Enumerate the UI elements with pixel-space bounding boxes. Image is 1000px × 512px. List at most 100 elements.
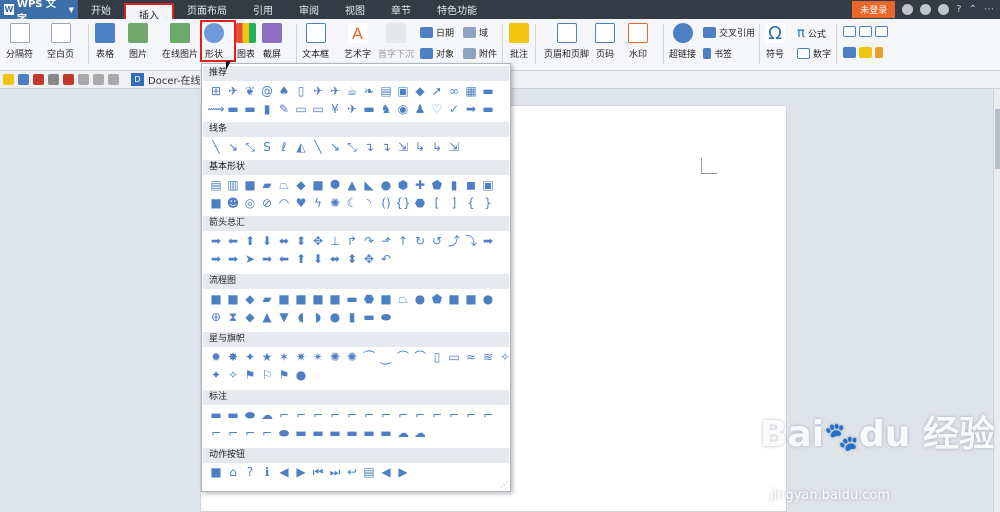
double-arrow-line-icon[interactable]: ⤡ [243, 140, 257, 154]
bracket-pair-shape-icon[interactable]: () [379, 196, 393, 210]
arrow-shape-icon[interactable]: ➚ [430, 84, 444, 98]
ship-shape-icon[interactable]: ▬ [362, 102, 376, 116]
left-callout-arrow-icon[interactable]: ⬅ [277, 252, 291, 266]
bar-shape-icon[interactable]: ▬ [481, 102, 495, 116]
resize-grip-icon[interactable]: ⋰ [500, 480, 508, 489]
no-symbol-shape-icon[interactable]: ⊘ [260, 196, 274, 210]
curved-down-arrow-icon[interactable]: ⤵ [464, 234, 478, 248]
wordart-button[interactable]: A 艺术字 [344, 23, 371, 60]
pentagon-arrow-icon[interactable]: ➡ [226, 252, 240, 266]
heart-shape-icon[interactable]: ♡ [430, 102, 444, 116]
textbox-button[interactable]: 文本框 [302, 23, 329, 60]
symbol-button[interactable]: Ω 符号 [765, 23, 785, 60]
star7-icon[interactable]: ✷ [294, 350, 308, 364]
multidoc-icon[interactable]: ■ [328, 292, 342, 306]
up-callout-arrow-icon[interactable]: ⬆ [294, 252, 308, 266]
donut-shape-icon[interactable]: ◎ [243, 196, 257, 210]
manual-input-icon[interactable]: ■ [379, 292, 393, 306]
pentagon-shape-icon[interactable]: ⬟ [430, 178, 444, 192]
yen-shape-icon[interactable]: ¥ [328, 102, 342, 116]
lr-callout-arrow-icon[interactable]: ⬌ [328, 252, 342, 266]
blank-action-icon[interactable]: ■ [209, 465, 223, 479]
bag-shape-icon[interactable]: ◆ [413, 84, 427, 98]
curved-ribbon2-icon[interactable]: ⌒ [413, 350, 427, 364]
star8-icon[interactable]: ✴ [311, 350, 325, 364]
screenshot-button[interactable]: 截屏 [262, 23, 282, 60]
connector-double-icon[interactable]: ⤡ [345, 140, 359, 154]
people-shape-icon[interactable]: ♟ [413, 102, 427, 116]
print-icon[interactable] [33, 74, 44, 85]
login-button[interactable]: 未登录 [852, 1, 896, 18]
notched-arrow-icon[interactable]: ➡ [209, 252, 223, 266]
tab-view[interactable]: 视图 [332, 0, 378, 19]
circular-arrow-icon[interactable]: ↶ [379, 252, 393, 266]
right-arrow-shape-icon[interactable]: ➡ [464, 102, 478, 116]
textbox-shape-icon[interactable]: ▤ [209, 178, 223, 192]
help-action-icon[interactable]: ? [243, 465, 257, 479]
manual-op-icon[interactable]: ⏢ [396, 292, 410, 306]
info-action-icon[interactable]: ℹ [260, 465, 274, 479]
date-button[interactable]: 日期 [420, 26, 454, 39]
cloud-callout3-icon[interactable]: ☁ [413, 426, 427, 440]
car2-shape-icon[interactable]: ▬ [243, 102, 257, 116]
laptop-shape-icon[interactable]: ▭ [294, 102, 308, 116]
hyperlink-button[interactable]: 超链接 [669, 23, 696, 60]
badge-shape-icon[interactable]: ▣ [396, 84, 410, 98]
star12-icon[interactable]: ✺ [345, 350, 359, 364]
line-callout15-icon[interactable]: ⌐ [226, 426, 240, 440]
delay-icon[interactable]: ◗ [311, 310, 325, 324]
attachment-button[interactable]: 附件 [463, 47, 497, 60]
line-callout6-icon[interactable]: ⌐ [362, 408, 376, 422]
header-footer-button[interactable]: 页眉和页脚 [544, 23, 589, 60]
sort-icon[interactable]: ◆ [243, 310, 257, 324]
punched-tape-icon[interactable]: ■ [464, 292, 478, 306]
uturn-arrow-icon[interactable]: ↷ [362, 234, 376, 248]
bent-up-arrow-icon[interactable]: ↑ [396, 234, 410, 248]
star4c-icon[interactable]: ✦ [209, 368, 223, 382]
card-icon[interactable]: ■ [447, 292, 461, 306]
freeform-icon[interactable]: ℓ [277, 140, 291, 154]
back-action-icon[interactable]: ◀ [277, 465, 291, 479]
document-icon[interactable]: ■ [311, 292, 325, 306]
right-triangle-shape-icon[interactable]: ◣ [362, 178, 376, 192]
picture-button[interactable]: 图片 [128, 23, 148, 60]
bevel-shape-icon[interactable]: ▣ [481, 178, 495, 192]
internal-storage-icon[interactable]: ■ [294, 292, 308, 306]
line-callout17-icon[interactable]: ⌐ [260, 426, 274, 440]
wave-icon[interactable]: ≈ [464, 350, 478, 364]
right-arrow-icon[interactable]: ➡ [209, 234, 223, 248]
curved-up-arrow-icon[interactable]: ⤴ [447, 234, 461, 248]
quad-arrow-icon[interactable]: ✥ [311, 234, 325, 248]
elbow-icon[interactable]: ↴ [362, 140, 376, 154]
extra-tools-bottom[interactable] [843, 47, 883, 58]
alt-process-icon[interactable]: ■ [226, 292, 240, 306]
striped-right-arrow-icon[interactable]: ➡ [481, 234, 495, 248]
open-icon[interactable] [3, 74, 14, 85]
line-callout10-icon[interactable]: ⌐ [430, 408, 444, 422]
preparation-icon[interactable]: ⬣ [362, 292, 376, 306]
collate-icon[interactable]: ⧗ [226, 310, 240, 324]
offpage-icon[interactable]: ⬟ [430, 292, 444, 306]
undo-icon[interactable] [93, 74, 104, 85]
forward-action-icon[interactable]: ▶ [294, 465, 308, 479]
at-shape-icon[interactable]: @ [260, 84, 274, 98]
plaque-shape-icon[interactable]: ⬣ [413, 196, 427, 210]
tri-arrow-icon[interactable]: ⊥ [328, 234, 342, 248]
curved-left-arrow-icon[interactable]: ↺ [430, 234, 444, 248]
predefined-icon[interactable]: ■ [277, 292, 291, 306]
line-callout12-icon[interactable]: ⌐ [464, 408, 478, 422]
app-menu-button[interactable]: W WPS 文字 ▼ [0, 0, 78, 25]
object-button[interactable]: 对象 [420, 47, 454, 60]
brace-pair-shape-icon[interactable]: {} [395, 196, 410, 210]
begin-action-icon[interactable]: ⏮ [311, 465, 325, 479]
line-callout16-icon[interactable]: ⌐ [243, 426, 257, 440]
blank-page-button[interactable]: 空白页 [47, 23, 74, 60]
or-icon[interactable]: ⊕ [209, 310, 223, 324]
ribbon-up-icon[interactable]: ⏜ [362, 350, 376, 364]
star5-icon[interactable]: ★ [260, 350, 274, 364]
scribble-icon[interactable]: ◭ [294, 140, 308, 154]
speech-callout6-icon[interactable]: ▬ [379, 426, 393, 440]
watermark-button[interactable]: 水印 [628, 23, 648, 60]
cow-shape-icon[interactable]: ♞ [379, 102, 393, 116]
direct-storage-icon[interactable]: ▬ [362, 310, 376, 324]
